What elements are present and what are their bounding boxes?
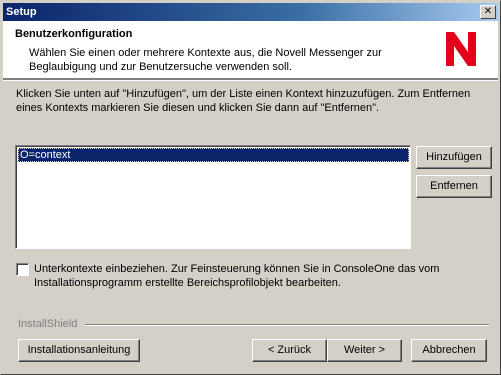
title-bar[interactable]: Setup ✕ [3, 3, 498, 21]
header-divider [3, 79, 498, 81]
add-button[interactable]: Hinzufügen [416, 146, 492, 169]
subcontexts-checkbox[interactable] [16, 263, 29, 276]
list-item[interactable]: O=context [18, 148, 409, 162]
next-button[interactable]: Weiter > [327, 339, 402, 362]
window-title: Setup [6, 6, 37, 18]
installshield-label: InstallShield [18, 318, 78, 330]
subcontexts-checkbox-label[interactable]: Unterkontexte einbeziehen. Zur Feinsteue… [34, 262, 454, 290]
instructions-text: Klicken Sie unten auf "Hinzufügen", um d… [16, 88, 471, 114]
remove-button[interactable]: Entfernen [416, 175, 492, 198]
setup-dialog: Setup ✕ Benutzerkonfiguration Wählen Sie… [0, 0, 501, 375]
footer-divider [85, 324, 489, 326]
novell-logo-icon [446, 32, 476, 66]
header-panel: Benutzerkonfiguration Wählen Sie einen o… [3, 21, 498, 79]
page-title: Benutzerkonfiguration [15, 28, 133, 40]
installation-guide-button[interactable]: Installationsanleitung [18, 339, 140, 362]
page-subtitle: Wählen Sie einen oder mehrere Kontexte a… [29, 47, 382, 73]
close-icon: ✕ [483, 6, 493, 17]
back-button[interactable]: < Zurück [252, 339, 327, 362]
close-button[interactable]: ✕ [480, 5, 496, 19]
context-listbox[interactable]: O=context [15, 145, 411, 249]
cancel-button[interactable]: Abbrechen [411, 339, 487, 362]
